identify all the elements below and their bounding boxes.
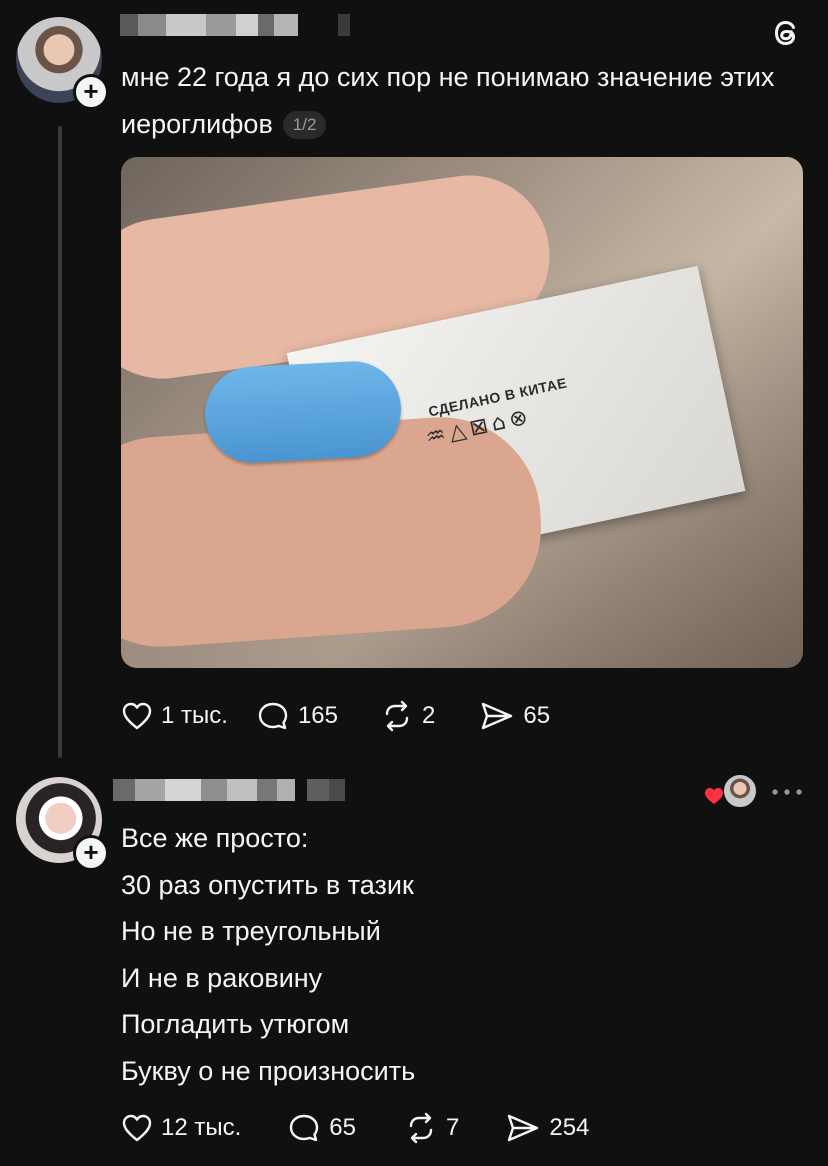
comment-count: 65 [329, 1114, 356, 1141]
reply-text: Все же просто: 30 раз опустить в тазик Н… [121, 815, 801, 1094]
reply-line: Но не в треугольный [121, 916, 381, 946]
post-image[interactable]: СДЕЛАНО В КИТАЕ ♒△⊠⌂⊗ [121, 157, 803, 668]
like-button[interactable]: 12 тыс. [121, 1113, 241, 1143]
more-dots-icon[interactable] [770, 785, 804, 799]
thread-connector-line [58, 126, 62, 758]
repost-count: 2 [421, 702, 436, 729]
username-blurred[interactable] [120, 14, 350, 36]
reply-line: 30 раз опустить в тазик [121, 869, 414, 900]
repost-icon [385, 700, 409, 732]
repost-count: 7 [445, 1114, 460, 1141]
repost-button[interactable]: 7 [404, 1112, 459, 1144]
reply-username-blurred[interactable] [113, 779, 345, 801]
share-count: 65 [523, 702, 551, 729]
blue-nail [202, 358, 404, 466]
like-count: 1 тыс. [161, 702, 228, 729]
threads-logo-icon[interactable] [769, 16, 803, 50]
repost-button[interactable]: 2 [380, 700, 435, 732]
reply-line: Букву о не произносить [121, 1055, 416, 1086]
reply-actions: 12 тыс. 65 7 254 [121, 1109, 641, 1147]
liked-by-author [702, 773, 758, 809]
post-actions: 1 тыс. 165 2 65 [121, 697, 621, 735]
comment-bubble-icon [258, 702, 288, 730]
heart-icon [122, 1114, 152, 1142]
post-text: мне 22 года я до сих пор не понимаю знач… [121, 54, 811, 148]
repost-icon [409, 1112, 433, 1144]
send-icon [508, 1114, 539, 1142]
heart-icon [122, 702, 152, 730]
share-count: 254 [549, 1114, 590, 1141]
author-mini-avatar [722, 773, 758, 809]
heart-filled-icon [705, 788, 723, 804]
post-text-content: мне 22 года я до сих пор не понимаю знач… [121, 62, 775, 139]
share-button[interactable]: 254 [505, 1112, 589, 1144]
like-button[interactable]: 1 тыс. [121, 701, 228, 731]
comment-count: 165 [297, 702, 338, 729]
reply-line: И не в раковину [121, 962, 323, 993]
follow-button[interactable]: + [73, 74, 109, 110]
comment-button[interactable]: 165 [256, 700, 338, 732]
reply-line: Все же просто: [121, 823, 309, 853]
follow-button[interactable]: + [73, 835, 109, 871]
share-button[interactable]: 65 [479, 700, 550, 732]
like-count: 12 тыс. [161, 1114, 242, 1141]
comment-button[interactable]: 65 [287, 1112, 356, 1144]
reply-line: Погладить утюгом [121, 1009, 350, 1039]
page-indicator: 1/2 [282, 111, 327, 139]
send-icon [482, 702, 513, 730]
comment-bubble-icon [290, 1114, 319, 1142]
